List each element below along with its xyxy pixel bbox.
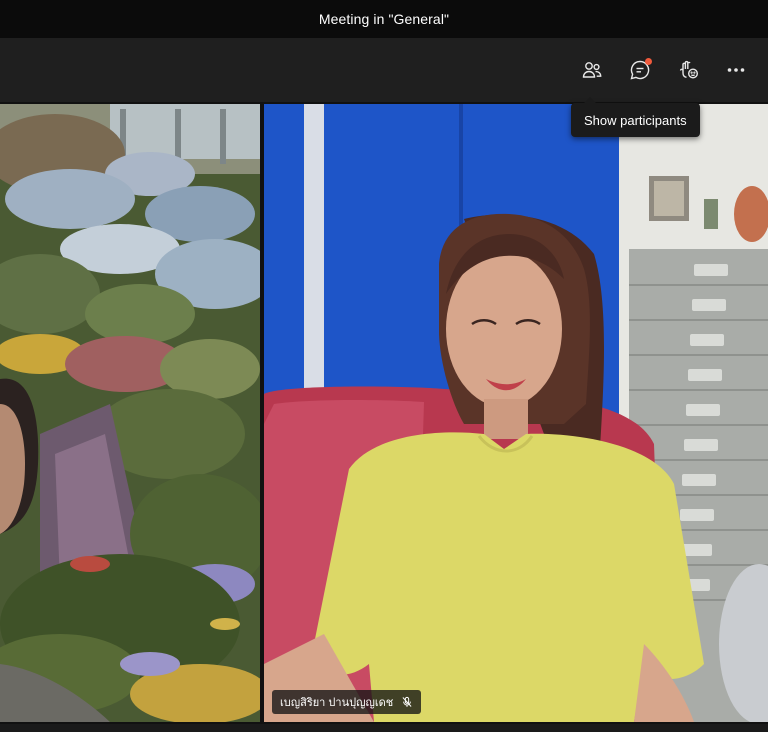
window-title: Meeting in "General" [318,11,450,27]
show-participants-tooltip: Show participants [571,97,700,137]
video-tile-left[interactable] [0,104,260,722]
meeting-toolbar [0,38,768,102]
show-participants-button[interactable] [574,52,610,88]
unread-badge [645,58,652,65]
video-feed-garden [0,104,260,722]
reactions-icon [679,60,699,79]
more-options-button[interactable] [718,52,754,88]
reactions-button[interactable] [670,52,706,88]
participants-icon [582,62,602,78]
video-stage: เบญสิริยา ปานปุญญเดช [0,102,768,724]
participant-name: เบญสิริยา ปานปุญญเดช [280,697,394,709]
mic-off-icon [402,696,412,707]
bottom-strip [0,724,768,732]
participant-name-tag: เบญสิริยา ปานปุญญเดช [272,690,422,714]
more-options-icon [727,68,745,72]
show-conversation-button[interactable] [622,52,658,88]
title-bar: Meeting in "General" [0,0,768,38]
video-feed-office [264,104,768,722]
video-tile-right[interactable]: เบญสิริยา ปานปุญญเดช [264,104,768,722]
